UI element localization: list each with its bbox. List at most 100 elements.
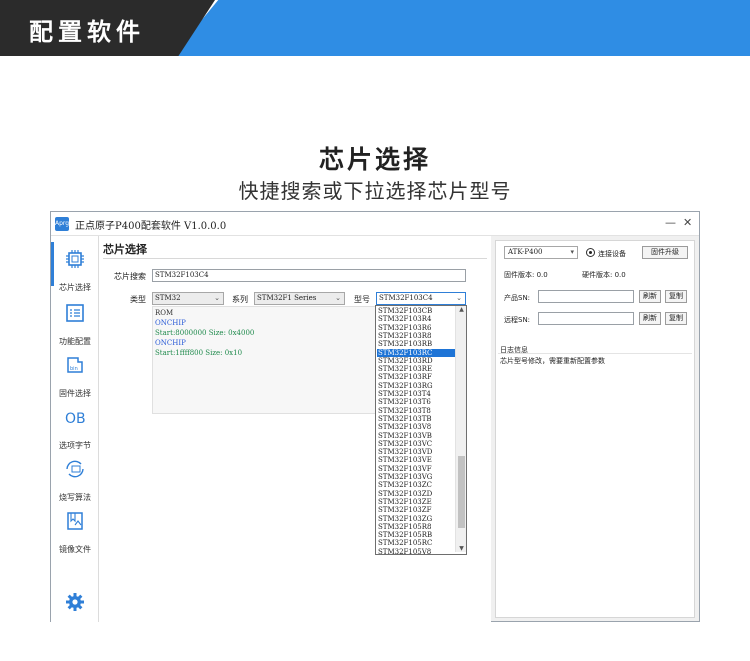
dropdown-option[interactable]: STM32F103ZG <box>377 515 455 523</box>
device-panel: ATK-P400 ▾ 连接设备 固件升级 固件版本: 0.0 硬件版本: 0.0… <box>495 240 695 618</box>
firmware-upgrade-button[interactable]: 固件升级 <box>642 246 688 259</box>
chip-icon <box>66 250 84 268</box>
search-label: 芯片搜索 <box>114 272 146 281</box>
product-sn-label: 产品SN: <box>504 294 531 302</box>
product-sn-copy-button[interactable]: 复制 <box>665 290 687 303</box>
dropdown-option[interactable]: STM32F103RG <box>377 382 455 390</box>
nav-item-firmware-select[interactable]: bin 固件选择 <box>51 354 99 400</box>
chevron-down-icon: ⌄ <box>456 294 462 302</box>
nav-label: 功能配置 <box>59 337 91 346</box>
dropdown-option[interactable]: STM32F103R4 <box>377 315 455 323</box>
gear-icon[interactable] <box>65 592 85 612</box>
nav-label: 镜像文件 <box>59 545 91 554</box>
connect-radio[interactable] <box>586 248 595 257</box>
algorithm-icon <box>66 460 84 478</box>
left-nav: 芯片选择 功能配置 bin 固件选择 OB 选项字节 烧写算法 镜像文件 <box>51 236 99 622</box>
nav-item-function-config[interactable]: 功能配置 <box>51 302 99 348</box>
window-title: 正点原子P400配套软件 V1.0.0.0 <box>75 221 227 232</box>
series-select-value: STM32F1 Series <box>257 294 317 302</box>
product-sn-input[interactable] <box>538 290 634 303</box>
section-divider <box>103 258 487 259</box>
title-bar: Aprg 正点原子P400配套软件 V1.0.0.0 — ✕ <box>51 212 699 236</box>
dropdown-option[interactable]: STM32F103TB <box>377 415 455 423</box>
dropdown-scrollbar[interactable]: ▲ ▼ <box>455 306 466 552</box>
minimize-button[interactable]: — <box>665 216 676 229</box>
dropdown-option[interactable]: STM32F103T6 <box>377 398 455 406</box>
hardware-version: 硬件版本: 0.0 <box>582 271 626 279</box>
scrollbar-thumb[interactable] <box>458 456 465 528</box>
dropdown-option[interactable]: STM32F103R8 <box>377 332 455 340</box>
device-select[interactable]: ATK-P400 ▾ <box>504 246 578 259</box>
page-subtitle: 快捷搜索或下拉选择芯片型号 <box>238 179 512 203</box>
chevron-down-icon: ▾ <box>570 248 574 256</box>
dropdown-option[interactable]: STM32F105V8 <box>377 548 455 554</box>
dropdown-option[interactable]: STM32F103RB <box>377 340 455 348</box>
chevron-down-icon: ⌄ <box>335 294 341 302</box>
nav-label: 芯片选择 <box>59 283 91 292</box>
model-select[interactable]: STM32F103C4 ⌄ <box>376 292 466 305</box>
dropdown-option[interactable]: STM32F103ZD <box>377 490 455 498</box>
scroll-up-icon[interactable]: ▲ <box>457 306 466 313</box>
dropdown-option[interactable]: STM32F103RE <box>377 365 455 373</box>
dropdown-option[interactable]: STM32F105R8 <box>377 523 455 531</box>
nav-item-image-file[interactable]: 镜像文件 <box>51 510 99 556</box>
remote-sn-refresh-button[interactable]: 刷新 <box>639 312 661 325</box>
log-message: 芯片型号修改，需要重新配置参数 <box>500 357 605 365</box>
app-logo-icon: Aprg <box>55 217 69 231</box>
nav-label: 烧写算法 <box>59 493 91 502</box>
dropdown-option[interactable]: STM32F105RC <box>377 539 455 547</box>
type-select[interactable]: STM32 ⌄ <box>152 292 224 305</box>
close-button[interactable]: ✕ <box>683 216 692 229</box>
dropdown-option[interactable]: STM32F103VE <box>377 456 455 464</box>
image-file-icon <box>67 512 83 530</box>
firmware-version: 固件版本: 0.0 <box>504 271 548 279</box>
chip-search-input[interactable]: STM32F103C4 <box>152 269 466 282</box>
dropdown-option[interactable]: STM32F103VC <box>377 440 455 448</box>
svg-text:bin: bin <box>70 366 78 372</box>
dropdown-option[interactable]: STM32F103T4 <box>377 390 455 398</box>
scroll-down-icon[interactable]: ▼ <box>457 545 466 552</box>
dropdown-option[interactable]: STM32F103R6 <box>377 324 455 332</box>
nav-item-chip-select[interactable]: 芯片选择 <box>51 248 99 294</box>
dropdown-option[interactable]: STM32F103ZF <box>377 506 455 514</box>
config-icon <box>66 304 84 322</box>
banner-title: 配置软件 <box>29 18 145 46</box>
chevron-down-icon: ⌄ <box>214 294 220 302</box>
series-label: 系列 <box>232 295 248 304</box>
log-box[interactable]: 芯片型号修改，需要重新配置参数 <box>498 353 692 615</box>
device-select-value: ATK-P400 <box>508 248 543 256</box>
dropdown-option[interactable]: STM32F105RB <box>377 531 455 539</box>
dropdown-option[interactable]: STM32F103VG <box>377 473 455 481</box>
remote-sn-input[interactable] <box>538 312 634 325</box>
type-select-value: STM32 <box>155 294 181 302</box>
firmware-icon: bin <box>67 357 83 373</box>
series-select[interactable]: STM32F1 Series ⌄ <box>254 292 345 305</box>
dropdown-option[interactable]: STM32F103V8 <box>377 423 455 431</box>
section-title: 芯片选择 <box>103 243 147 256</box>
dropdown-option[interactable]: STM32F103ZE <box>377 498 455 506</box>
app-window: Aprg 正点原子P400配套软件 V1.0.0.0 — ✕ 芯片选择 功能配置 <box>50 211 700 622</box>
connect-device-label[interactable]: 连接设备 <box>598 249 626 259</box>
type-label: 类型 <box>130 295 146 304</box>
dropdown-option[interactable]: STM32F103T8 <box>377 407 455 415</box>
nav-item-algorithm[interactable]: 烧写算法 <box>51 458 99 504</box>
dropdown-option[interactable]: STM32F103CB <box>377 307 455 315</box>
top-banner: 配置软件 <box>0 0 750 56</box>
remote-sn-copy-button[interactable]: 复制 <box>665 312 687 325</box>
product-sn-refresh-button[interactable]: 刷新 <box>639 290 661 303</box>
svg-text:OB: OB <box>65 411 86 427</box>
model-label: 型号 <box>354 295 370 304</box>
nav-item-option-bytes[interactable]: OB 选项字节 <box>51 406 99 452</box>
model-dropdown-list[interactable]: STM32F103CB STM32F103R4 STM32F103R6 STM32F1… <box>375 305 467 555</box>
dropdown-option[interactable]: STM32F103VB <box>377 432 455 440</box>
dropdown-option[interactable]: STM32F103RF <box>377 373 455 381</box>
dropdown-option[interactable]: STM32F103VD <box>377 448 455 456</box>
option-bytes-icon: OB <box>65 411 86 427</box>
dropdown-option[interactable]: STM32F103RC <box>377 348 455 357</box>
nav-label: 选项字节 <box>59 441 91 450</box>
dropdown-option[interactable]: STM32F103ZC <box>377 481 455 489</box>
banner-blue-band <box>172 0 750 56</box>
dropdown-option[interactable]: STM32F103VF <box>377 465 455 473</box>
remote-sn-label: 远程SN: <box>504 316 531 324</box>
dropdown-option[interactable]: STM32F103RD <box>377 357 455 365</box>
